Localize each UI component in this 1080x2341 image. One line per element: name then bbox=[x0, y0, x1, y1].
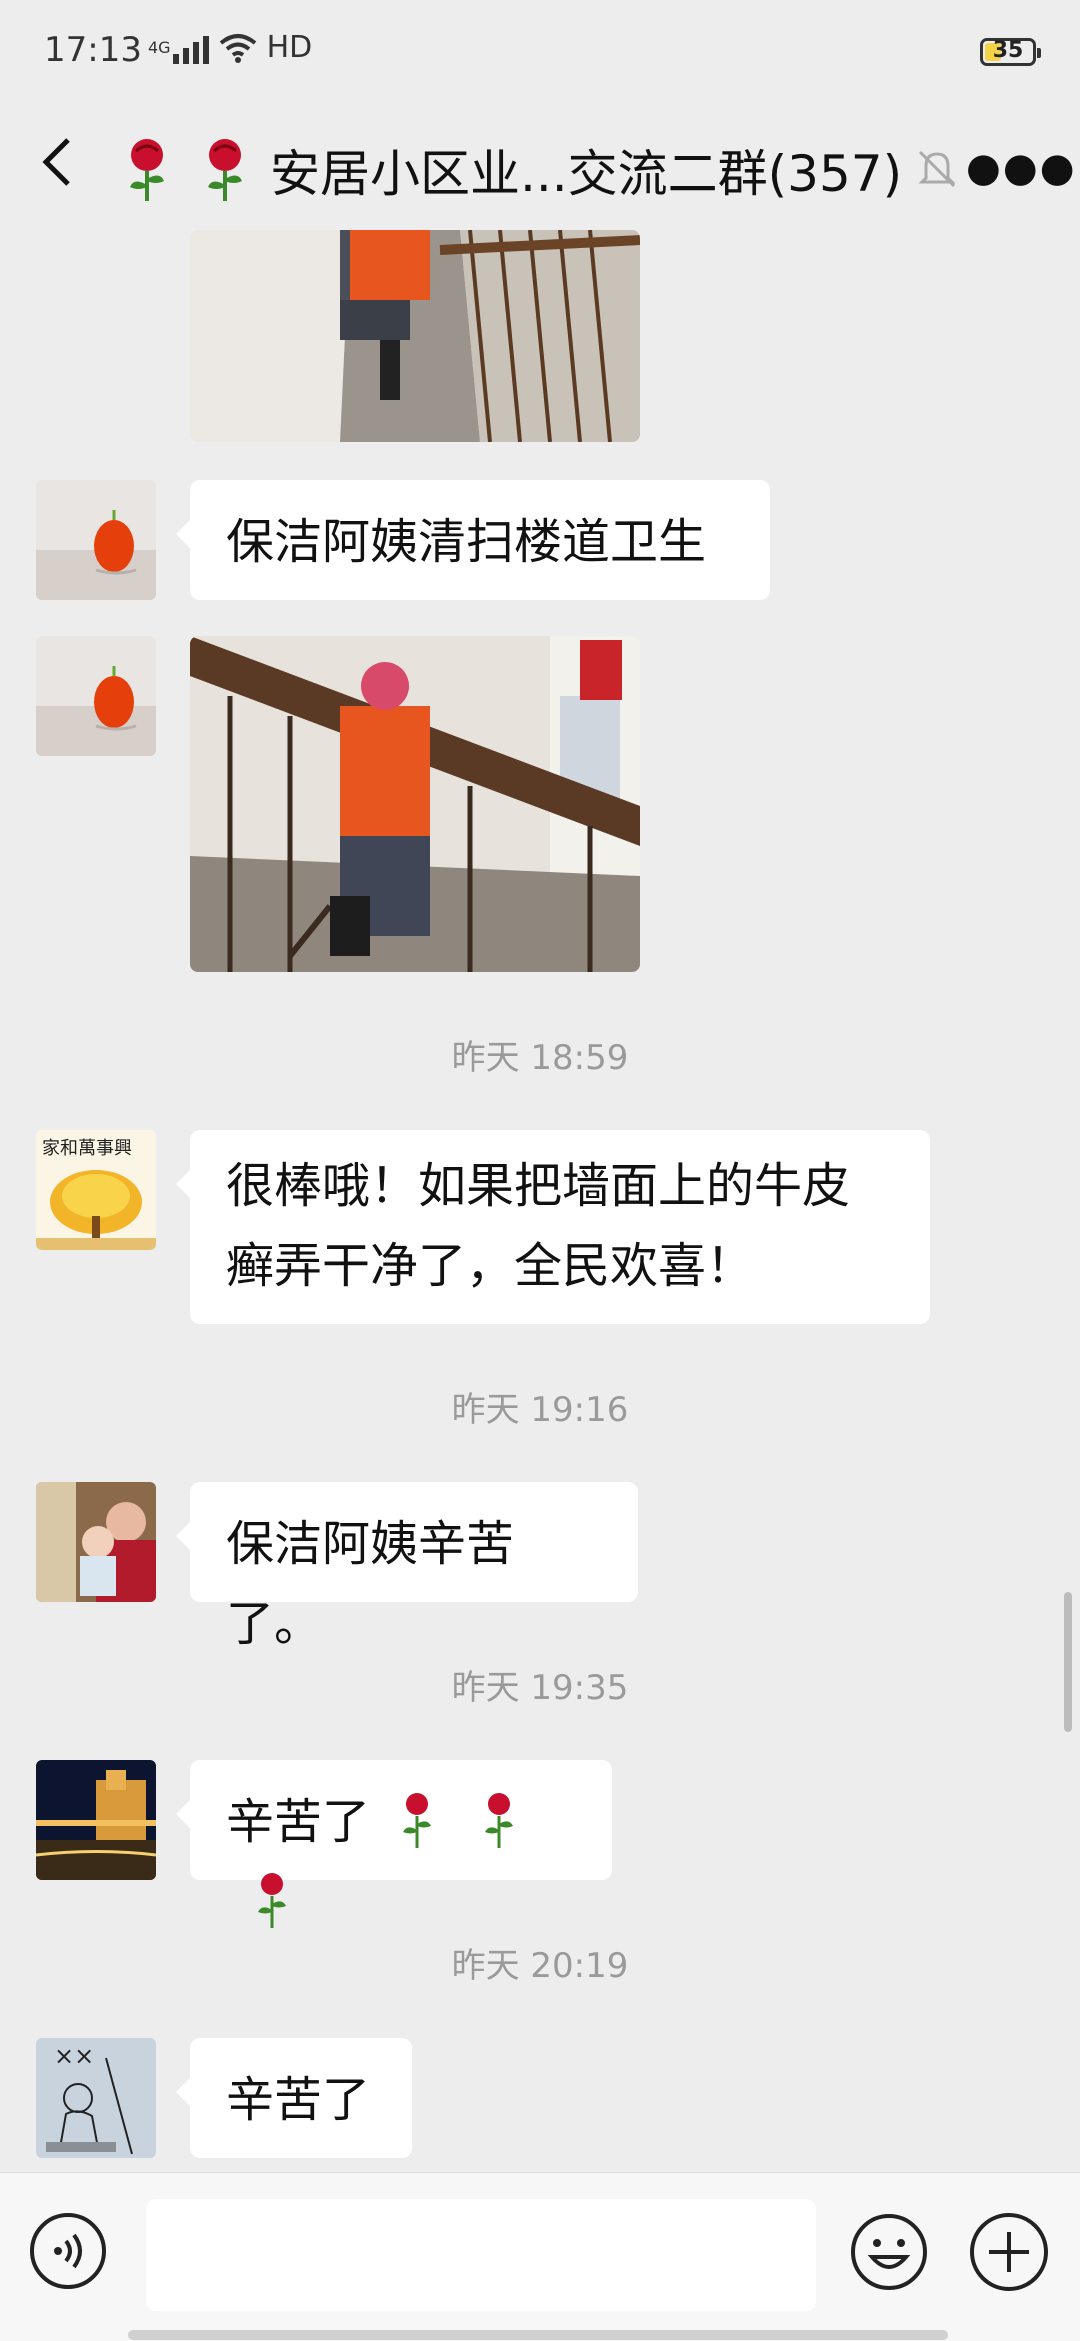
message-bubble[interactable]: 辛苦了 bbox=[176, 2038, 412, 2158]
avatar[interactable]: ×× bbox=[36, 2038, 156, 2158]
more-icon[interactable]: ●●● bbox=[966, 138, 1075, 198]
timestamp: 昨天 19:16 bbox=[451, 1390, 629, 1430]
input-bar bbox=[0, 2172, 1080, 2341]
message-text: 辛苦了 bbox=[226, 1794, 371, 1850]
avatar[interactable] bbox=[36, 636, 156, 756]
stairwell-photo[interactable] bbox=[190, 636, 640, 972]
rose-icon bbox=[258, 1873, 286, 1928]
chat-title-text: 安居小区业...交流二群(357) bbox=[270, 145, 903, 203]
chat-header: 安居小区业...交流二群(357) ●●● bbox=[0, 110, 1080, 230]
scrollbar[interactable] bbox=[1064, 1592, 1072, 1732]
battery-level: 35 bbox=[992, 38, 1024, 63]
network-type: 4G bbox=[148, 38, 171, 57]
timestamp: 昨天 18:59 bbox=[451, 1038, 629, 1078]
avatar[interactable] bbox=[36, 1482, 156, 1602]
rose-icon bbox=[403, 1793, 432, 1848]
message-text: 保洁阿姨辛苦了。 bbox=[226, 1516, 515, 1652]
message-bubble[interactable]: 保洁阿姨清扫楼道卫生 bbox=[176, 480, 770, 600]
stairwell-photo-top[interactable] bbox=[190, 230, 640, 442]
avatar-calligraphy: 家和萬事興 bbox=[42, 1138, 132, 1159]
status-bar: 17:13 4G HD 35 bbox=[0, 0, 1080, 110]
hd-indicator: HD bbox=[266, 30, 313, 65]
message-text-line: 癣弄干净了，全民欢喜！ bbox=[226, 1238, 755, 1294]
wifi-icon bbox=[219, 33, 256, 63]
back-arrow-icon[interactable] bbox=[36, 132, 96, 202]
voice-icon[interactable] bbox=[30, 2213, 106, 2289]
nav-bar bbox=[128, 2330, 948, 2340]
emoji-icon[interactable] bbox=[850, 2213, 928, 2291]
avatar[interactable] bbox=[36, 1760, 156, 1880]
bell-muted-icon bbox=[918, 150, 956, 188]
avatar-mark: ×× bbox=[54, 2042, 94, 2070]
status-time: 17:13 bbox=[44, 30, 142, 70]
timestamp: 昨天 19:35 bbox=[451, 1668, 629, 1708]
signal-icon bbox=[172, 32, 209, 64]
battery-icon: 35 bbox=[980, 38, 1041, 66]
rose-icon bbox=[130, 139, 164, 201]
message-input[interactable] bbox=[146, 2199, 816, 2311]
message-bubble[interactable]: 辛苦了 bbox=[176, 1760, 612, 1928]
message-text-line: 很棒哦！如果把墙面上的牛皮 bbox=[226, 1158, 851, 1214]
rose-icon bbox=[484, 1793, 513, 1848]
rose-icon bbox=[208, 139, 242, 201]
plus-icon[interactable] bbox=[970, 2213, 1048, 2291]
message-text: 辛苦了 bbox=[226, 2072, 371, 2128]
avatar[interactable]: 家和萬事興 bbox=[36, 1130, 156, 1250]
message-bubble[interactable]: 保洁阿姨辛苦了。 bbox=[176, 1482, 638, 1652]
chat-title[interactable]: 安居小区业...交流二群(357) bbox=[120, 134, 920, 206]
avatar[interactable] bbox=[36, 480, 156, 600]
message-bubble[interactable]: 很棒哦！如果把墙面上的牛皮 癣弄干净了，全民欢喜！ bbox=[176, 1130, 930, 1324]
timestamp: 昨天 20:19 bbox=[451, 1946, 629, 1986]
message-text: 保洁阿姨清扫楼道卫生 bbox=[226, 514, 707, 570]
